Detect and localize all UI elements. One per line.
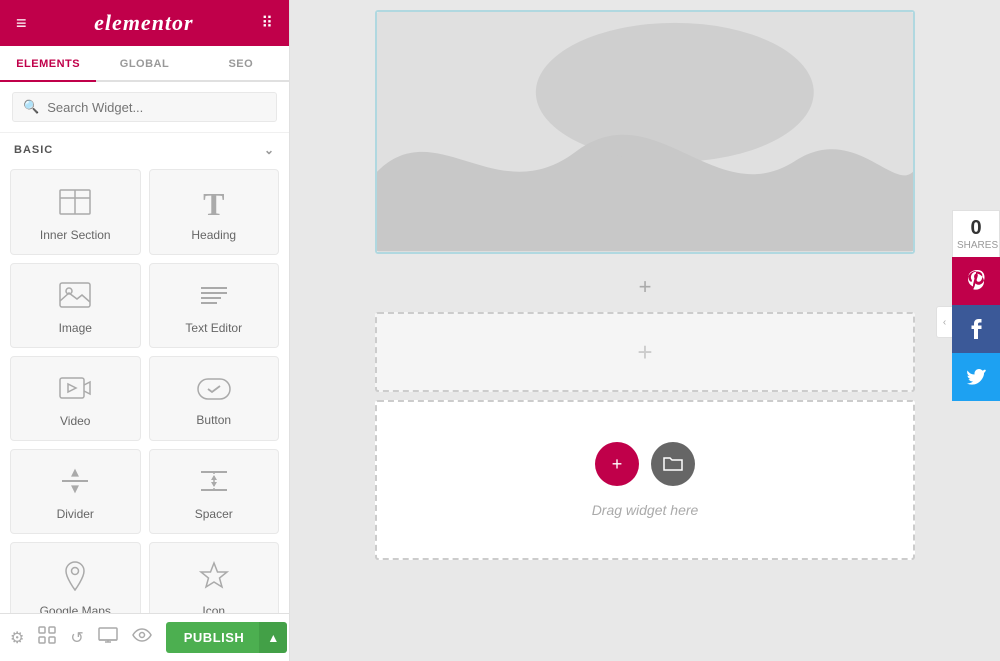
widget-inner-section-label: Inner Section bbox=[40, 228, 111, 242]
social-collapse-arrow[interactable]: ‹ bbox=[936, 306, 952, 338]
widgets-area: Inner Section T Heading Image bbox=[0, 165, 289, 613]
drag-widget-section: + Drag widget here bbox=[375, 400, 915, 560]
image-icon bbox=[59, 282, 91, 313]
image-placeholder bbox=[377, 12, 913, 252]
sidebar-footer: ⚙ ↺ PUBLISH ▲ bbox=[0, 613, 289, 661]
widgets-grid: Inner Section T Heading Image bbox=[10, 169, 279, 613]
widget-image[interactable]: Image bbox=[10, 263, 141, 348]
widget-divider-label: Divider bbox=[57, 507, 94, 521]
widget-spacer-label: Spacer bbox=[195, 507, 233, 521]
tab-seo[interactable]: SEO bbox=[193, 46, 289, 82]
canvas-empty-section: + bbox=[375, 312, 915, 392]
widget-button[interactable]: Button bbox=[149, 356, 280, 441]
widget-video-label: Video bbox=[60, 414, 90, 428]
widget-heading[interactable]: T Heading bbox=[149, 169, 280, 255]
widgets-icon[interactable] bbox=[38, 626, 56, 649]
responsive-icon[interactable] bbox=[98, 627, 118, 648]
widget-text-editor-label: Text Editor bbox=[185, 321, 242, 335]
add-section-icon: + bbox=[639, 274, 652, 300]
button-icon bbox=[197, 377, 231, 405]
pinterest-button[interactable] bbox=[952, 257, 1000, 305]
search-bar: 🔍 bbox=[0, 82, 289, 133]
publish-button[interactable]: PUBLISH bbox=[166, 622, 263, 653]
search-wrap: 🔍 bbox=[12, 92, 277, 122]
tab-elements[interactable]: ELEMENTS bbox=[0, 46, 96, 82]
canvas-area: + + + Drag widget here bbox=[365, 0, 925, 580]
drag-widget-icons: + bbox=[595, 442, 695, 486]
add-section-button[interactable]: + bbox=[375, 262, 915, 312]
widget-image-label: Image bbox=[59, 321, 92, 335]
widget-text-editor[interactable]: Text Editor bbox=[149, 263, 280, 348]
main-content: 0 Shares ‹ bbox=[290, 0, 1000, 661]
basic-section-chevron[interactable]: ⌄ bbox=[264, 143, 275, 157]
share-count-box: 0 Shares bbox=[952, 210, 1000, 257]
publish-arrow-button[interactable]: ▲ bbox=[259, 622, 287, 653]
sidebar-tabs: ELEMENTS GLOBAL SEO bbox=[0, 46, 289, 82]
google-maps-icon bbox=[63, 561, 87, 596]
basic-section-header: BASIC ⌄ bbox=[0, 133, 289, 165]
widget-inner-section[interactable]: Inner Section bbox=[10, 169, 141, 255]
canvas-section-image bbox=[375, 10, 915, 254]
logo: elementor bbox=[94, 10, 193, 36]
add-widget-button[interactable]: + bbox=[595, 442, 639, 486]
hamburger-icon[interactable]: ≡ bbox=[16, 13, 27, 34]
widget-google-maps[interactable]: Google Maps bbox=[10, 542, 141, 613]
search-icon: 🔍 bbox=[23, 99, 39, 115]
widget-icon[interactable]: Icon bbox=[149, 542, 280, 613]
social-share-panel: 0 Shares ‹ bbox=[952, 210, 1000, 401]
basic-section-label: BASIC bbox=[14, 144, 53, 156]
inner-section-icon bbox=[59, 189, 91, 220]
eye-icon[interactable] bbox=[132, 628, 152, 647]
widget-icon-label: Icon bbox=[202, 604, 225, 613]
widget-spacer[interactable]: Spacer bbox=[149, 449, 280, 534]
sidebar: ≡ elementor ⠿ ELEMENTS GLOBAL SEO 🔍 BASI… bbox=[0, 0, 290, 661]
video-icon bbox=[59, 375, 91, 406]
share-count: 0 bbox=[957, 217, 995, 240]
widget-google-maps-label: Google Maps bbox=[40, 604, 111, 613]
spacer-icon bbox=[199, 468, 229, 499]
text-editor-icon bbox=[199, 282, 229, 313]
heading-icon: T bbox=[203, 188, 224, 220]
folder-button[interactable] bbox=[651, 442, 695, 486]
divider-icon bbox=[60, 468, 90, 499]
drag-widget-text: Drag widget here bbox=[592, 502, 699, 518]
facebook-button[interactable] bbox=[952, 305, 1000, 353]
tab-global[interactable]: GLOBAL bbox=[96, 46, 192, 82]
widget-button-label: Button bbox=[196, 413, 231, 427]
search-input[interactable] bbox=[47, 100, 266, 115]
widget-video[interactable]: Video bbox=[10, 356, 141, 441]
publish-wrap: PUBLISH ▲ bbox=[166, 622, 287, 653]
widget-heading-label: Heading bbox=[191, 228, 236, 242]
grid-icon[interactable]: ⠿ bbox=[261, 13, 273, 33]
icon-widget-icon bbox=[199, 561, 229, 596]
share-count-label: Shares bbox=[957, 240, 995, 251]
undo-icon[interactable]: ↺ bbox=[70, 628, 83, 648]
settings-icon[interactable]: ⚙ bbox=[10, 628, 24, 648]
sidebar-header: ≡ elementor ⠿ bbox=[0, 0, 289, 46]
twitter-button[interactable] bbox=[952, 353, 1000, 401]
widget-divider[interactable]: Divider bbox=[10, 449, 141, 534]
